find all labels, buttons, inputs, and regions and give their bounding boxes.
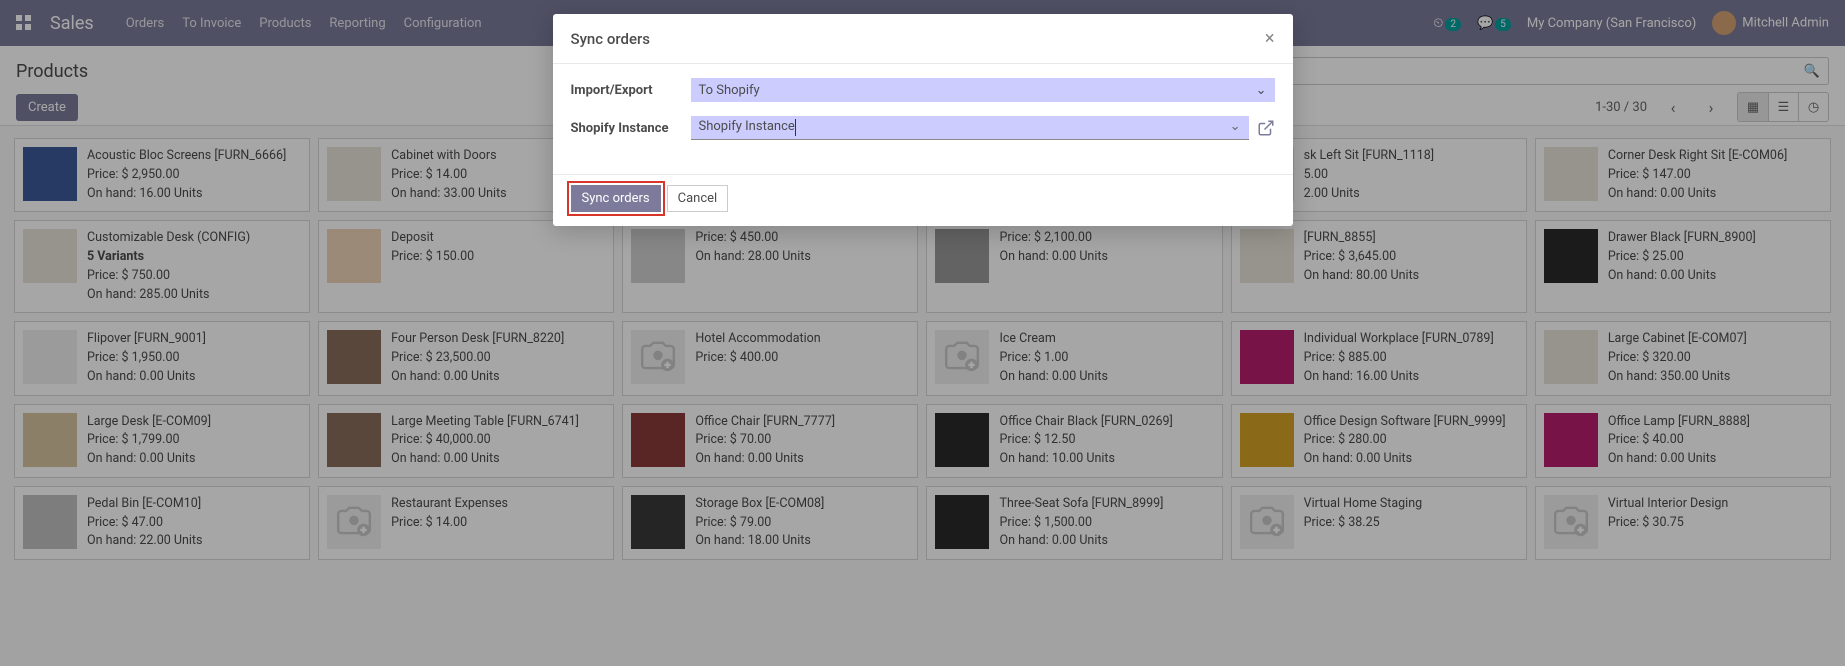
chevron-down-icon: ⌄ (1230, 119, 1241, 136)
external-link-icon[interactable] (1257, 119, 1275, 137)
chevron-down-icon: ⌄ (1256, 83, 1267, 98)
shopify-instance-input[interactable]: Shopify Instance ⌄ (691, 116, 1249, 140)
import-export-select[interactable]: To Shopify ⌄ (691, 78, 1275, 102)
close-icon[interactable]: × (1265, 28, 1275, 49)
sync-orders-button[interactable]: Sync orders (571, 185, 661, 212)
import-export-value: To Shopify (699, 83, 760, 98)
shopify-instance-value: Shopify Instance (699, 119, 796, 136)
label-shopify-instance: Shopify Instance (571, 121, 691, 136)
modal-title: Sync orders (571, 30, 651, 48)
cancel-button[interactable]: Cancel (667, 185, 729, 212)
label-import-export: Import/Export (571, 83, 691, 98)
sync-orders-modal: Sync orders × Import/Export To Shopify ⌄… (553, 14, 1293, 226)
